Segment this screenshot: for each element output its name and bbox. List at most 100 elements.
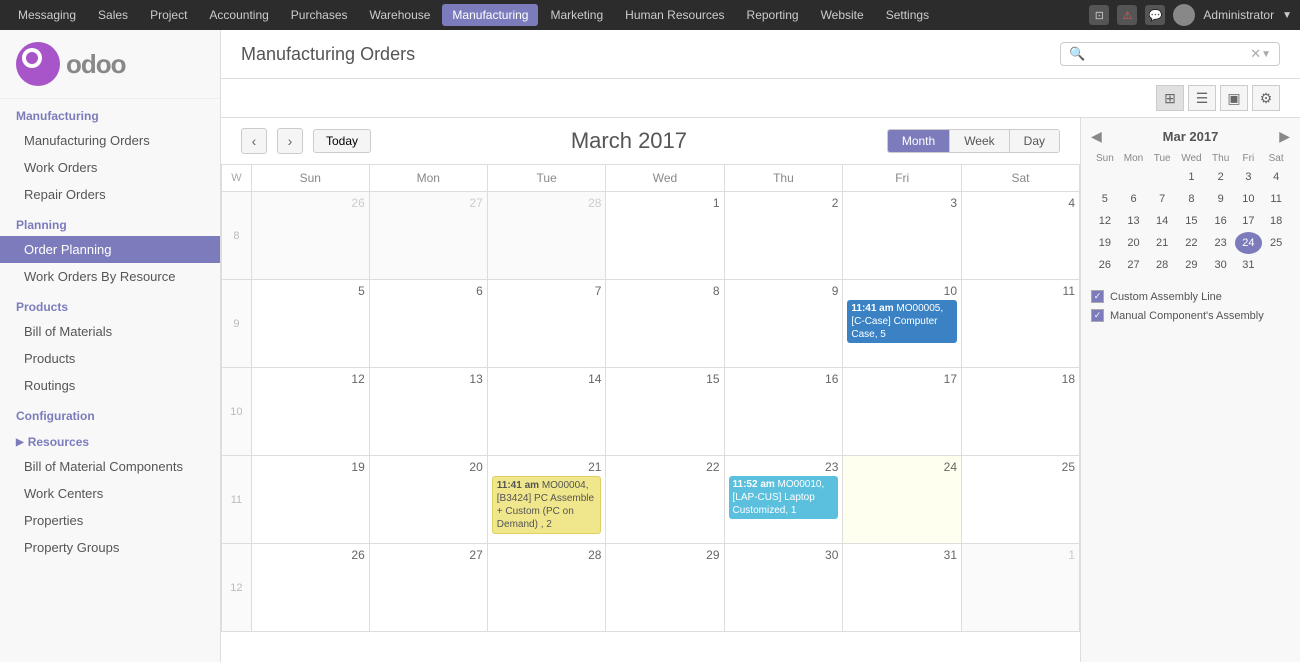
mini-cal-day[interactable]: 21 <box>1148 232 1176 254</box>
nav-sales[interactable]: Sales <box>88 4 138 26</box>
mini-cal-day[interactable]: 19 <box>1091 232 1119 254</box>
nav-website[interactable]: Website <box>811 4 874 26</box>
mini-cal-day[interactable]: 27 <box>1119 254 1149 276</box>
mini-cal-day[interactable]: 8 <box>1176 188 1207 210</box>
calendar-day[interactable]: 27 <box>369 544 487 632</box>
calendar-view-btn[interactable]: ⊞ <box>1156 85 1184 111</box>
calendar-day[interactable]: 17 <box>843 368 962 456</box>
nav-marketing[interactable]: Marketing <box>540 4 613 26</box>
card-view-btn[interactable]: ▣ <box>1220 85 1248 111</box>
search-input[interactable] <box>1089 47 1250 61</box>
calendar-day[interactable]: 26 <box>251 544 369 632</box>
calendar-day[interactable]: 8 <box>606 280 724 368</box>
calendar-day[interactable]: 5 <box>251 280 369 368</box>
calendar-day[interactable]: 28 <box>487 544 606 632</box>
mini-cal-day[interactable]: 14 <box>1148 210 1176 232</box>
calendar-day[interactable]: 25 <box>962 456 1080 544</box>
chat-icon[interactable]: 💬 <box>1145 5 1165 25</box>
week-tab[interactable]: Week <box>950 130 1009 152</box>
calendar-day[interactable]: 16 <box>724 368 843 456</box>
calendar-day[interactable]: 7 <box>487 280 606 368</box>
nav-warehouse[interactable]: Warehouse <box>360 4 441 26</box>
mini-prev-btn[interactable]: ◀ <box>1091 128 1102 145</box>
legend-checkbox-custom[interactable] <box>1091 290 1104 303</box>
calendar-day[interactable]: 15 <box>606 368 724 456</box>
mini-cal-day[interactable]: 24 <box>1235 232 1263 254</box>
mini-cal-day[interactable]: 20 <box>1119 232 1149 254</box>
calendar-day[interactable]: 19 <box>251 456 369 544</box>
mini-cal-day[interactable]: 17 <box>1235 210 1263 232</box>
mini-cal-day[interactable]: 6 <box>1119 188 1149 210</box>
mini-cal-day[interactable]: 9 <box>1207 188 1235 210</box>
nav-reporting[interactable]: Reporting <box>737 4 809 26</box>
mini-cal-day[interactable]: 5 <box>1091 188 1119 210</box>
mini-cal-day[interactable]: 16 <box>1207 210 1235 232</box>
calendar-event[interactable]: 11:41 am MO00004, [B3424] PC Assemble + … <box>492 476 602 534</box>
calendar-event[interactable]: 11:41 am MO00005, [C-Case] Computer Case… <box>847 300 957 343</box>
sidebar-item-manufacturing-orders[interactable]: Manufacturing Orders <box>0 127 220 154</box>
nav-manufacturing[interactable]: Manufacturing <box>442 4 538 26</box>
prev-month-btn[interactable]: ‹ <box>241 128 267 154</box>
mini-cal-day[interactable]: 4 <box>1262 166 1290 188</box>
search-dropdown-icon[interactable]: ▼ <box>1261 49 1271 60</box>
mini-cal-day[interactable]: 15 <box>1176 210 1207 232</box>
mini-cal-day[interactable]: 11 <box>1262 188 1290 210</box>
search-clear-icon[interactable]: ✕ <box>1250 46 1261 62</box>
calendar-day[interactable]: 31 <box>843 544 962 632</box>
alert-icon[interactable]: ⚠ <box>1117 5 1137 25</box>
sidebar-item-work-orders-by-resource[interactable]: Work Orders By Resource <box>0 263 220 290</box>
calendar-day[interactable]: 2 <box>724 192 843 280</box>
screen-icon[interactable]: ⊡ <box>1089 5 1109 25</box>
today-btn[interactable]: Today <box>313 129 371 153</box>
sidebar-item-work-centers[interactable]: Work Centers <box>0 480 220 507</box>
calendar-day[interactable]: 26 <box>251 192 369 280</box>
month-tab[interactable]: Month <box>888 130 950 152</box>
calendar-day[interactable]: 30 <box>724 544 843 632</box>
sidebar-item-bom[interactable]: Bill of Materials <box>0 318 220 345</box>
calendar-day[interactable]: 22 <box>606 456 724 544</box>
admin-dropdown-icon[interactable]: ▼ <box>1282 10 1292 21</box>
calendar-day[interactable]: 27 <box>369 192 487 280</box>
mini-next-btn[interactable]: ▶ <box>1279 128 1290 145</box>
mini-cal-day[interactable]: 26 <box>1091 254 1119 276</box>
calendar-day[interactable]: 9 <box>724 280 843 368</box>
nav-settings[interactable]: Settings <box>876 4 939 26</box>
mini-cal-day[interactable]: 3 <box>1235 166 1263 188</box>
nav-accounting[interactable]: Accounting <box>199 4 278 26</box>
calendar-day[interactable]: 24 <box>843 456 962 544</box>
mini-cal-day[interactable]: 25 <box>1262 232 1290 254</box>
calendar-day[interactable]: 29 <box>606 544 724 632</box>
calendar-day[interactable]: 3 <box>843 192 962 280</box>
calendar-day[interactable]: 6 <box>369 280 487 368</box>
calendar-day[interactable]: 1 <box>962 544 1080 632</box>
nav-messaging[interactable]: Messaging <box>8 4 86 26</box>
legend-checkbox-manual[interactable] <box>1091 309 1104 322</box>
calendar-day[interactable]: 13 <box>369 368 487 456</box>
calendar-day[interactable]: 1 <box>606 192 724 280</box>
list-view-btn[interactable]: ☰ <box>1188 85 1216 111</box>
sidebar-item-work-orders[interactable]: Work Orders <box>0 154 220 181</box>
mini-cal-day[interactable]: 30 <box>1207 254 1235 276</box>
nav-purchases[interactable]: Purchases <box>281 4 358 26</box>
calendar-day[interactable]: 18 <box>962 368 1080 456</box>
mini-cal-day[interactable]: 28 <box>1148 254 1176 276</box>
mini-cal-day[interactable]: 23 <box>1207 232 1235 254</box>
calendar-day[interactable]: 2111:41 am MO00004, [B3424] PC Assemble … <box>487 456 606 544</box>
sidebar-item-order-planning[interactable]: Order Planning <box>0 236 220 263</box>
nav-project[interactable]: Project <box>140 4 197 26</box>
mini-cal-day[interactable]: 18 <box>1262 210 1290 232</box>
mini-cal-day[interactable]: 1 <box>1176 166 1207 188</box>
mini-cal-day[interactable]: 31 <box>1235 254 1263 276</box>
mini-cal-day[interactable]: 2 <box>1207 166 1235 188</box>
mini-cal-day[interactable]: 29 <box>1176 254 1207 276</box>
calendar-day[interactable]: 11 <box>962 280 1080 368</box>
calendar-day[interactable]: 2311:52 am MO00010, [LAP-CUS] Laptop Cus… <box>724 456 843 544</box>
calendar-day[interactable]: 20 <box>369 456 487 544</box>
mini-cal-day[interactable]: 10 <box>1235 188 1263 210</box>
nav-hr[interactable]: Human Resources <box>615 4 734 26</box>
mini-cal-day[interactable]: 7 <box>1148 188 1176 210</box>
mini-cal-day[interactable]: 22 <box>1176 232 1207 254</box>
calendar-day[interactable]: 4 <box>962 192 1080 280</box>
sidebar-item-resources[interactable]: ▶ Resources <box>0 427 220 453</box>
mini-cal-day[interactable]: 13 <box>1119 210 1149 232</box>
